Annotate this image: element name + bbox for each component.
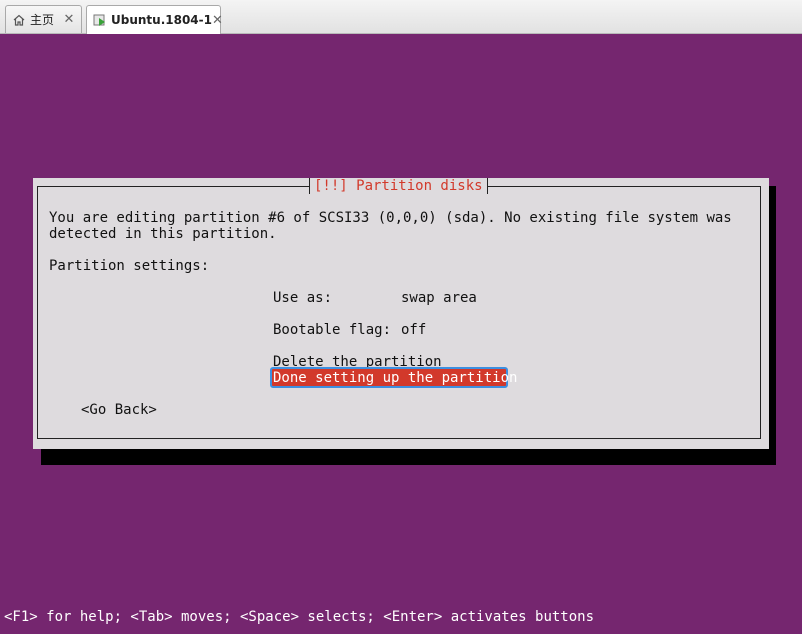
tab-home[interactable]: 主页 ✕ xyxy=(5,5,82,33)
dialog-title: [!!] Partition disks xyxy=(309,178,488,194)
bootable-flag-value[interactable]: off xyxy=(401,322,426,338)
partition-dialog: [!!] Partition disks You are editing par… xyxy=(33,178,769,449)
close-icon[interactable]: ✕ xyxy=(212,13,223,28)
description-line-1: You are editing partition #6 of SCSI33 (… xyxy=(49,210,732,226)
tab-ubuntu-vm[interactable]: Ubuntu.1804-1 ✕ xyxy=(86,5,223,34)
keyboard-help-hint: <F1> for help; <Tab> moves; <Space> sele… xyxy=(4,609,595,625)
go-back-button[interactable]: <Go Back> xyxy=(81,402,157,418)
bootable-flag-option[interactable]: Bootable flag: xyxy=(273,322,391,338)
vm-tab-bar: 主页 ✕ Ubuntu.1804-1 ✕ xyxy=(0,0,802,34)
done-option-label: Done setting up the partition xyxy=(273,370,518,386)
tab-vm-label: Ubuntu.1804-1 xyxy=(111,13,212,27)
settings-heading: Partition settings: xyxy=(49,258,210,274)
vm-play-icon xyxy=(93,13,107,27)
use-as-option[interactable]: Use as: xyxy=(273,290,332,306)
tab-home-label: 主页 xyxy=(30,13,55,27)
description-line-2: detected in this partition. xyxy=(49,226,277,242)
close-icon[interactable]: ✕ xyxy=(62,12,76,27)
done-setting-up-option[interactable]: Done setting up the partition xyxy=(270,367,517,388)
use-as-value[interactable]: swap area xyxy=(401,290,477,306)
home-icon xyxy=(12,13,26,27)
